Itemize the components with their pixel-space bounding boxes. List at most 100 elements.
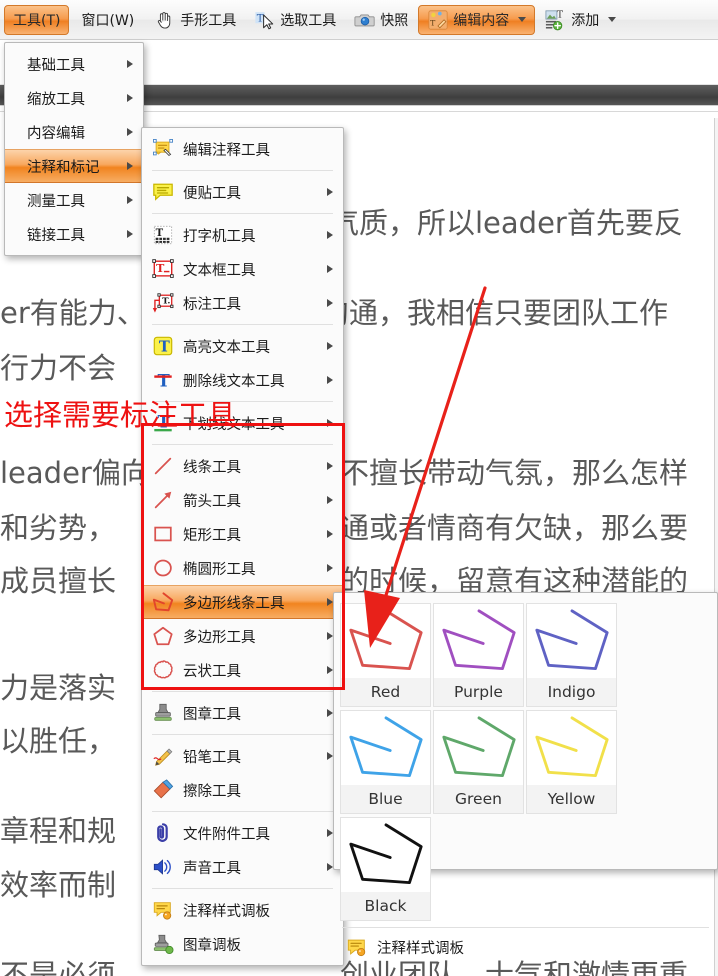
annotation-menu-item-label: 标注工具 — [183, 296, 241, 313]
submenu-arrow-icon — [327, 530, 333, 538]
annotation-menu-item-9[interactable]: 箭头工具 — [142, 483, 343, 517]
annotation-menu-item-17[interactable]: 擦除工具 — [142, 773, 343, 807]
snapshot-tool-label: 快照 — [380, 12, 409, 29]
document-text-line: 不擅长带动气氛，那么怎样 — [340, 456, 689, 490]
tools-menu-item-2[interactable]: 内容编辑 — [5, 115, 143, 149]
annotation-menu-item-11[interactable]: 椭圆形工具 — [142, 551, 343, 585]
svg-text:T: T — [159, 339, 170, 356]
document-text-line: 和劣势， — [0, 511, 117, 545]
select-tool-label: 选取工具 — [280, 12, 337, 29]
annotation-menu-item-label: 删除线文本工具 — [183, 373, 285, 390]
tools-menu-item-5[interactable]: 链接工具 — [5, 217, 143, 251]
menu-tools[interactable]: 工具(T) — [4, 4, 70, 35]
annotation-menu-item-19[interactable]: 声音工具 — [142, 850, 343, 884]
annotation-menu-item-1[interactable]: 便贴工具 — [142, 175, 343, 209]
annotation-menu-item-14[interactable]: 云状工具 — [142, 653, 343, 687]
edit-content-label: 编辑内容 — [453, 12, 510, 29]
svg-text:T: T — [430, 18, 436, 27]
comment-style-palette-item[interactable]: 注释样式调板 — [334, 930, 717, 964]
menu-separator — [152, 324, 333, 325]
submenu-arrow-icon — [127, 94, 133, 102]
submenu-arrow-icon — [327, 231, 333, 239]
annotation-menu-item-12[interactable]: 多边形线条工具 — [142, 585, 343, 619]
polyline-preview-icon — [341, 818, 430, 892]
comment-style-icon — [150, 898, 176, 922]
menu-separator — [152, 213, 333, 214]
annotation-menu-item-4[interactable]: T. 标注工具 — [142, 286, 343, 320]
submenu-arrow-icon — [327, 564, 333, 572]
annotation-menu-item-0[interactable]: 编辑注释工具 — [142, 132, 343, 166]
menu-window-label: 窗口(W) — [81, 12, 135, 29]
annotation-menu-item-2[interactable]: T 打字机工具 — [142, 218, 343, 252]
svg-text:T.: T. — [162, 296, 170, 306]
document-text-line: 通或者情商有欠缺，那么要 — [340, 511, 689, 545]
annotation-menu-item-5[interactable]: T 高亮文本工具 — [142, 329, 343, 363]
annotation-menu-item-18[interactable]: 文件附件工具 — [142, 816, 343, 850]
edit-content-button[interactable]: T 编辑内容 — [418, 4, 536, 35]
color-swatch-purple[interactable]: Purple — [433, 603, 524, 707]
stamp-palette-icon — [150, 932, 176, 956]
annotation-menu-item-21[interactable]: 图章调板 — [142, 927, 343, 961]
edit-comment-icon — [150, 137, 176, 161]
submenu-arrow-icon — [127, 230, 133, 238]
color-swatch-yellow[interactable]: Yellow — [526, 710, 617, 814]
annotation-menu-item-label: 便贴工具 — [183, 185, 241, 202]
tools-menu-item-label: 缩放工具 — [27, 91, 85, 108]
add-button[interactable]: T 添加 — [537, 5, 624, 35]
annotation-menu-item-8[interactable]: 线条工具 — [142, 449, 343, 483]
document-text-line: 沟通，我相信只要团队工作 — [320, 296, 669, 330]
annotation-menu-item-16[interactable]: 铅笔工具 — [142, 739, 343, 773]
svg-text:T: T — [158, 371, 171, 390]
hand-icon — [154, 9, 176, 31]
color-swatch-label: Yellow — [527, 785, 616, 813]
polyline-preview-icon — [341, 711, 430, 785]
palette-divider — [342, 927, 709, 928]
color-swatch-black[interactable]: Black — [340, 817, 431, 921]
svg-text:T: T — [257, 13, 264, 24]
annotation-menu-item-10[interactable]: 矩形工具 — [142, 517, 343, 551]
annotation-menu-item-label: 打字机工具 — [183, 228, 256, 245]
annotation-menu-item-13[interactable]: 多边形工具 — [142, 619, 343, 653]
application-window: 气质，所以leader首先要反 er有能力、 沟通，我相信只要团队工作 行力不会 lea… — [0, 0, 718, 976]
menu-window[interactable]: 窗口(W) — [71, 5, 144, 35]
polyline-color-palette: Red Purple Indigo Blue Green Yellow Black 注释样式… — [333, 592, 718, 957]
svg-text:T: T — [557, 9, 564, 20]
annotation-menu-item-label: 高亮文本工具 — [183, 339, 270, 356]
tools-menu-item-1[interactable]: 缩放工具 — [5, 81, 143, 115]
annotation-menu-item-label: 注释样式调板 — [183, 903, 270, 920]
menu-separator — [152, 734, 333, 735]
text-box-icon: T — [150, 257, 176, 281]
submenu-arrow-icon — [327, 265, 333, 273]
tools-menu-item-4[interactable]: 测量工具 — [5, 183, 143, 217]
annotation-menu-item-label: 图章工具 — [183, 706, 241, 723]
menu-separator — [152, 888, 333, 889]
strikeout-text-icon: T — [150, 368, 176, 392]
add-chevron-down-icon[interactable] — [608, 17, 617, 22]
camera-icon — [354, 9, 376, 31]
color-swatch-red[interactable]: Red — [340, 603, 431, 707]
annotation-menu-item-20[interactable]: 注释样式调板 — [142, 893, 343, 927]
snapshot-tool-button[interactable]: 快照 — [346, 5, 416, 35]
color-swatch-label: Indigo — [527, 678, 616, 706]
color-swatch-blue[interactable]: Blue — [340, 710, 431, 814]
chevron-down-icon[interactable] — [518, 17, 527, 22]
annotation-menu-item-label: 矩形工具 — [183, 527, 241, 544]
attachment-icon — [150, 821, 176, 845]
polyline-icon — [150, 590, 176, 614]
edit-content-icon: T — [427, 9, 449, 31]
main-toolbar: 工具(T) 窗口(W) 手形工具 T 选取工具 快照 T 编辑内容 T 添加 — [0, 0, 718, 40]
annotation-menu-item-15[interactable]: 图章工具 — [142, 696, 343, 730]
color-swatch-green[interactable]: Green — [433, 710, 524, 814]
submenu-arrow-icon — [327, 188, 333, 196]
annotation-menu-item-3[interactable]: T 文本框工具 — [142, 252, 343, 286]
menu-separator — [152, 444, 333, 445]
add-content-icon: T — [545, 9, 567, 31]
comment-style-icon — [344, 935, 370, 959]
submenu-arrow-icon — [327, 299, 333, 307]
tools-menu-item-3[interactable]: 注释和标记 — [5, 149, 143, 183]
submenu-arrow-icon — [127, 196, 133, 204]
hand-tool-button[interactable]: 手形工具 — [146, 5, 244, 35]
color-swatch-indigo[interactable]: Indigo — [526, 603, 617, 707]
select-tool-button[interactable]: T 选取工具 — [246, 5, 344, 35]
tools-menu-item-0[interactable]: 基础工具 — [5, 47, 143, 81]
